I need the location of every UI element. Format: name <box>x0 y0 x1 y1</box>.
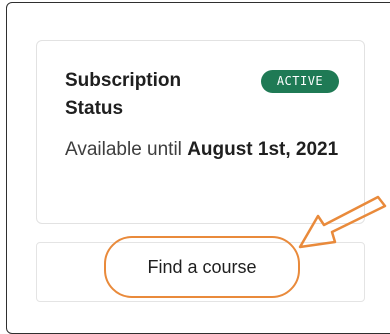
availability-text: Available until August 1st, 2021 <box>65 133 345 167</box>
status-badge: ACTIVE <box>261 70 339 93</box>
annotation-arrow-icon <box>298 195 387 249</box>
find-course-button[interactable]: Find a course <box>104 236 300 298</box>
subscription-title: Subscription Status <box>65 70 182 119</box>
availability-prefix: Available until <box>65 139 188 160</box>
availability-date: August 1st, 2021 <box>187 139 339 160</box>
annotation-arrow-shape <box>298 195 387 249</box>
